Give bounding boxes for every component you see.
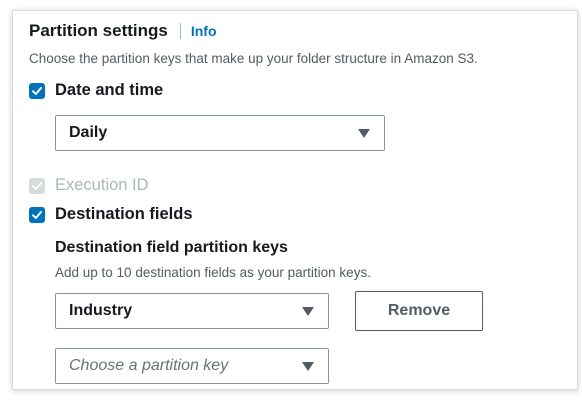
new-partition-key-select[interactable]: Choose a partition key [55,348,329,384]
section-description: Choose the partition keys that make up y… [29,51,478,66]
check-icon [32,181,42,190]
partition-settings-panel: Partition settings Info Choose the parti… [12,10,578,390]
destination-fields-option[interactable]: Destination fields [29,205,193,224]
date-time-select-value: Daily [69,124,108,141]
destination-keys-description: Add up to 10 destination fields as your … [55,265,371,280]
partition-key-value: Industry [69,302,133,319]
caret-down-icon [302,361,314,371]
date-time-label: Date and time [55,81,164,99]
execution-id-checkbox [29,177,45,194]
destination-fields-label: Destination fields [55,205,193,223]
caret-down-icon [302,306,314,316]
info-link[interactable]: Info [191,23,217,39]
section-header: Partition settings Info [29,21,217,41]
partition-key-select[interactable]: Industry [55,293,329,329]
section-title: Partition settings [29,21,168,40]
check-icon [32,86,42,95]
execution-id-option: Execution ID [29,176,149,195]
execution-id-label: Execution ID [55,176,149,194]
date-time-select[interactable]: Daily [55,115,385,151]
destination-keys-title: Destination field partition keys [55,239,288,256]
date-time-checkbox[interactable] [29,82,45,99]
remove-button[interactable]: Remove [355,291,483,331]
caret-down-icon [358,128,370,138]
destination-fields-checkbox[interactable] [29,206,45,223]
new-partition-key-placeholder: Choose a partition key [69,357,229,374]
date-time-option[interactable]: Date and time [29,81,163,100]
header-divider [179,23,181,39]
check-icon [32,210,42,219]
